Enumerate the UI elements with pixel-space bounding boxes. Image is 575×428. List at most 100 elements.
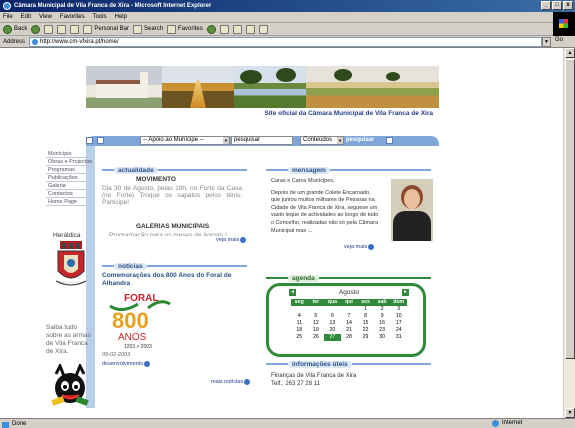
search-button[interactable]: Search xyxy=(133,24,163,34)
calendar-date[interactable]: 22 xyxy=(357,327,374,334)
nav-item-home[interactable]: Home Page xyxy=(46,198,94,206)
menu-favorites[interactable]: Favorites xyxy=(60,14,85,20)
noticias-detail-link[interactable]: desenvolvimento xyxy=(102,361,151,367)
nav-item-municipio[interactable]: Munícipio xyxy=(46,150,94,158)
actualidade-label: actualidade xyxy=(114,166,158,174)
calendar-date[interactable]: 3 xyxy=(390,306,407,313)
calendar-date[interactable]: 29 xyxy=(357,334,374,341)
foral-word: FORAL xyxy=(124,293,158,304)
info-line: Finanças de Vila Franca de Xira xyxy=(271,373,357,379)
calendar-date[interactable]: 13 xyxy=(324,320,341,327)
arrow-circle-icon xyxy=(144,361,151,367)
calendar-date[interactable]: 4 xyxy=(291,313,308,320)
mascot-image[interactable] xyxy=(50,364,90,408)
menu-edit[interactable]: Edit xyxy=(21,14,31,20)
info-header: informações úteis xyxy=(266,360,431,368)
calendar-date[interactable]: 12 xyxy=(308,320,325,327)
address-input[interactable]: http://www.cm-vfxira.pt/home/ xyxy=(29,37,542,47)
content-select[interactable]: Conteúdos ▼ xyxy=(300,136,344,145)
actualidade-title[interactable]: MOVIMENTO xyxy=(136,176,176,183)
refresh-icon[interactable] xyxy=(57,24,67,34)
actualidade-more-link[interactable]: veja mais xyxy=(216,237,247,243)
calendar-date[interactable]: 24 xyxy=(390,327,407,334)
home-icon[interactable] xyxy=(70,24,80,34)
site-banner: Site oficial da Câmara Municipal de Vila… xyxy=(86,66,439,120)
calendar-date[interactable]: 14 xyxy=(341,320,358,327)
mais-noticias-link[interactable]: mais notícias xyxy=(211,379,251,385)
calendar-date[interactable]: 7 xyxy=(341,313,358,320)
coat-of-arms-image[interactable] xyxy=(54,241,88,289)
status-text: Done xyxy=(0,421,26,428)
calendar-date[interactable]: 27 xyxy=(324,334,341,341)
scroll-down-icon[interactable]: ▼ xyxy=(565,408,575,418)
back-button[interactable]: Back xyxy=(3,24,27,34)
calendar-date[interactable]: 9 xyxy=(374,313,391,320)
calendar-date[interactable]: 30 xyxy=(374,334,391,341)
menu-tools[interactable]: Tools xyxy=(93,14,107,20)
calendar-date[interactable]: 16 xyxy=(374,320,391,327)
search-input[interactable]: pesquisar xyxy=(231,136,293,145)
menu-view[interactable]: View xyxy=(39,14,52,20)
scroll-up-icon[interactable]: ▲ xyxy=(565,48,575,58)
banner-photo-fields xyxy=(306,66,439,108)
nav-item-publicacoes[interactable]: Publicações xyxy=(46,174,94,182)
calendar-date[interactable]: 19 xyxy=(308,327,325,334)
calendar-date[interactable]: 5 xyxy=(308,313,325,320)
address-dropdown-icon[interactable]: ▼ xyxy=(542,37,551,47)
scroll-thumb[interactable] xyxy=(565,59,575,359)
calendar-date[interactable]: 25 xyxy=(291,334,308,341)
calendar-date[interactable]: 28 xyxy=(341,334,358,341)
history-icon[interactable] xyxy=(206,24,216,34)
search-submit-button[interactable]: pesquisar xyxy=(346,136,374,145)
calendar-date[interactable]: 1 xyxy=(357,306,374,313)
mail-icon[interactable] xyxy=(219,24,229,34)
nav-toggle-icon[interactable] xyxy=(97,137,104,144)
municipe-select[interactable]: -- Apoio ao Munícipe -- ▼ xyxy=(140,136,230,145)
close-button[interactable]: x xyxy=(563,1,573,10)
mensagem-more-link[interactable]: veja mais xyxy=(344,244,375,250)
prev-month-button[interactable]: ◄ xyxy=(289,288,296,296)
galerias-title[interactable]: GALERIAS MUNICIPAIS xyxy=(136,223,209,230)
accessibility-icon[interactable] xyxy=(386,137,393,144)
calendar-date[interactable]: 11 xyxy=(291,320,308,327)
heraldica-description[interactable]: Saiba tudo sobre as armas de Vila Franca… xyxy=(46,324,92,356)
nav-item-programas[interactable]: Programas xyxy=(46,166,94,174)
calendar-date[interactable]: 26 xyxy=(308,334,325,341)
river-shape xyxy=(190,80,206,108)
address-label: Address xyxy=(3,38,26,45)
tree-shape xyxy=(276,68,296,82)
nav-item-contactos[interactable]: Contactos xyxy=(46,190,94,198)
maximize-button[interactable]: □ xyxy=(552,1,562,10)
minimize-button[interactable]: _ xyxy=(541,1,551,10)
calendar-date[interactable]: 15 xyxy=(357,320,374,327)
calendar-date[interactable]: 31 xyxy=(390,334,407,341)
nav-toggle-icon[interactable] xyxy=(86,137,93,144)
calendar-date[interactable]: 8 xyxy=(357,313,374,320)
menu-file[interactable]: File xyxy=(3,14,13,20)
edit-icon[interactable] xyxy=(245,24,255,34)
calendar-date[interactable]: 20 xyxy=(324,327,341,334)
favorites-button[interactable]: Favorites xyxy=(167,24,203,34)
noticias-title[interactable]: Comemorações dos 800 Anos do Foral de Al… xyxy=(102,272,242,288)
next-month-button[interactable]: ► xyxy=(402,288,409,296)
calendar-empty-cell xyxy=(308,306,325,313)
menu-help[interactable]: Help xyxy=(115,14,127,20)
calendar-date[interactable]: 21 xyxy=(341,327,358,334)
nav-item-obras[interactable]: Obras e Projectos xyxy=(46,158,94,166)
calendar-date[interactable]: 18 xyxy=(291,327,308,334)
vertical-scrollbar[interactable]: ▲ ▼ xyxy=(563,48,575,418)
calendar-date[interactable]: 10 xyxy=(390,313,407,320)
foral-800-logo[interactable]: FORAL 800 ANOS 1203 » 2003 xyxy=(108,290,172,350)
calendar-date[interactable]: 6 xyxy=(324,313,341,320)
calendar-date[interactable]: 23 xyxy=(374,327,391,334)
nav-item-galeria[interactable]: Galeria xyxy=(46,182,94,190)
forward-arrow-icon[interactable] xyxy=(31,24,41,34)
stop-icon[interactable] xyxy=(44,24,54,34)
discuss-icon[interactable] xyxy=(258,24,268,34)
divider xyxy=(146,265,247,267)
print-icon[interactable] xyxy=(232,24,242,34)
personal-bar-button[interactable]: Personal Bar xyxy=(83,24,129,34)
go-button[interactable]: Go xyxy=(555,37,563,43)
calendar-date[interactable]: 2 xyxy=(374,306,391,313)
calendar-date[interactable]: 17 xyxy=(390,320,407,327)
